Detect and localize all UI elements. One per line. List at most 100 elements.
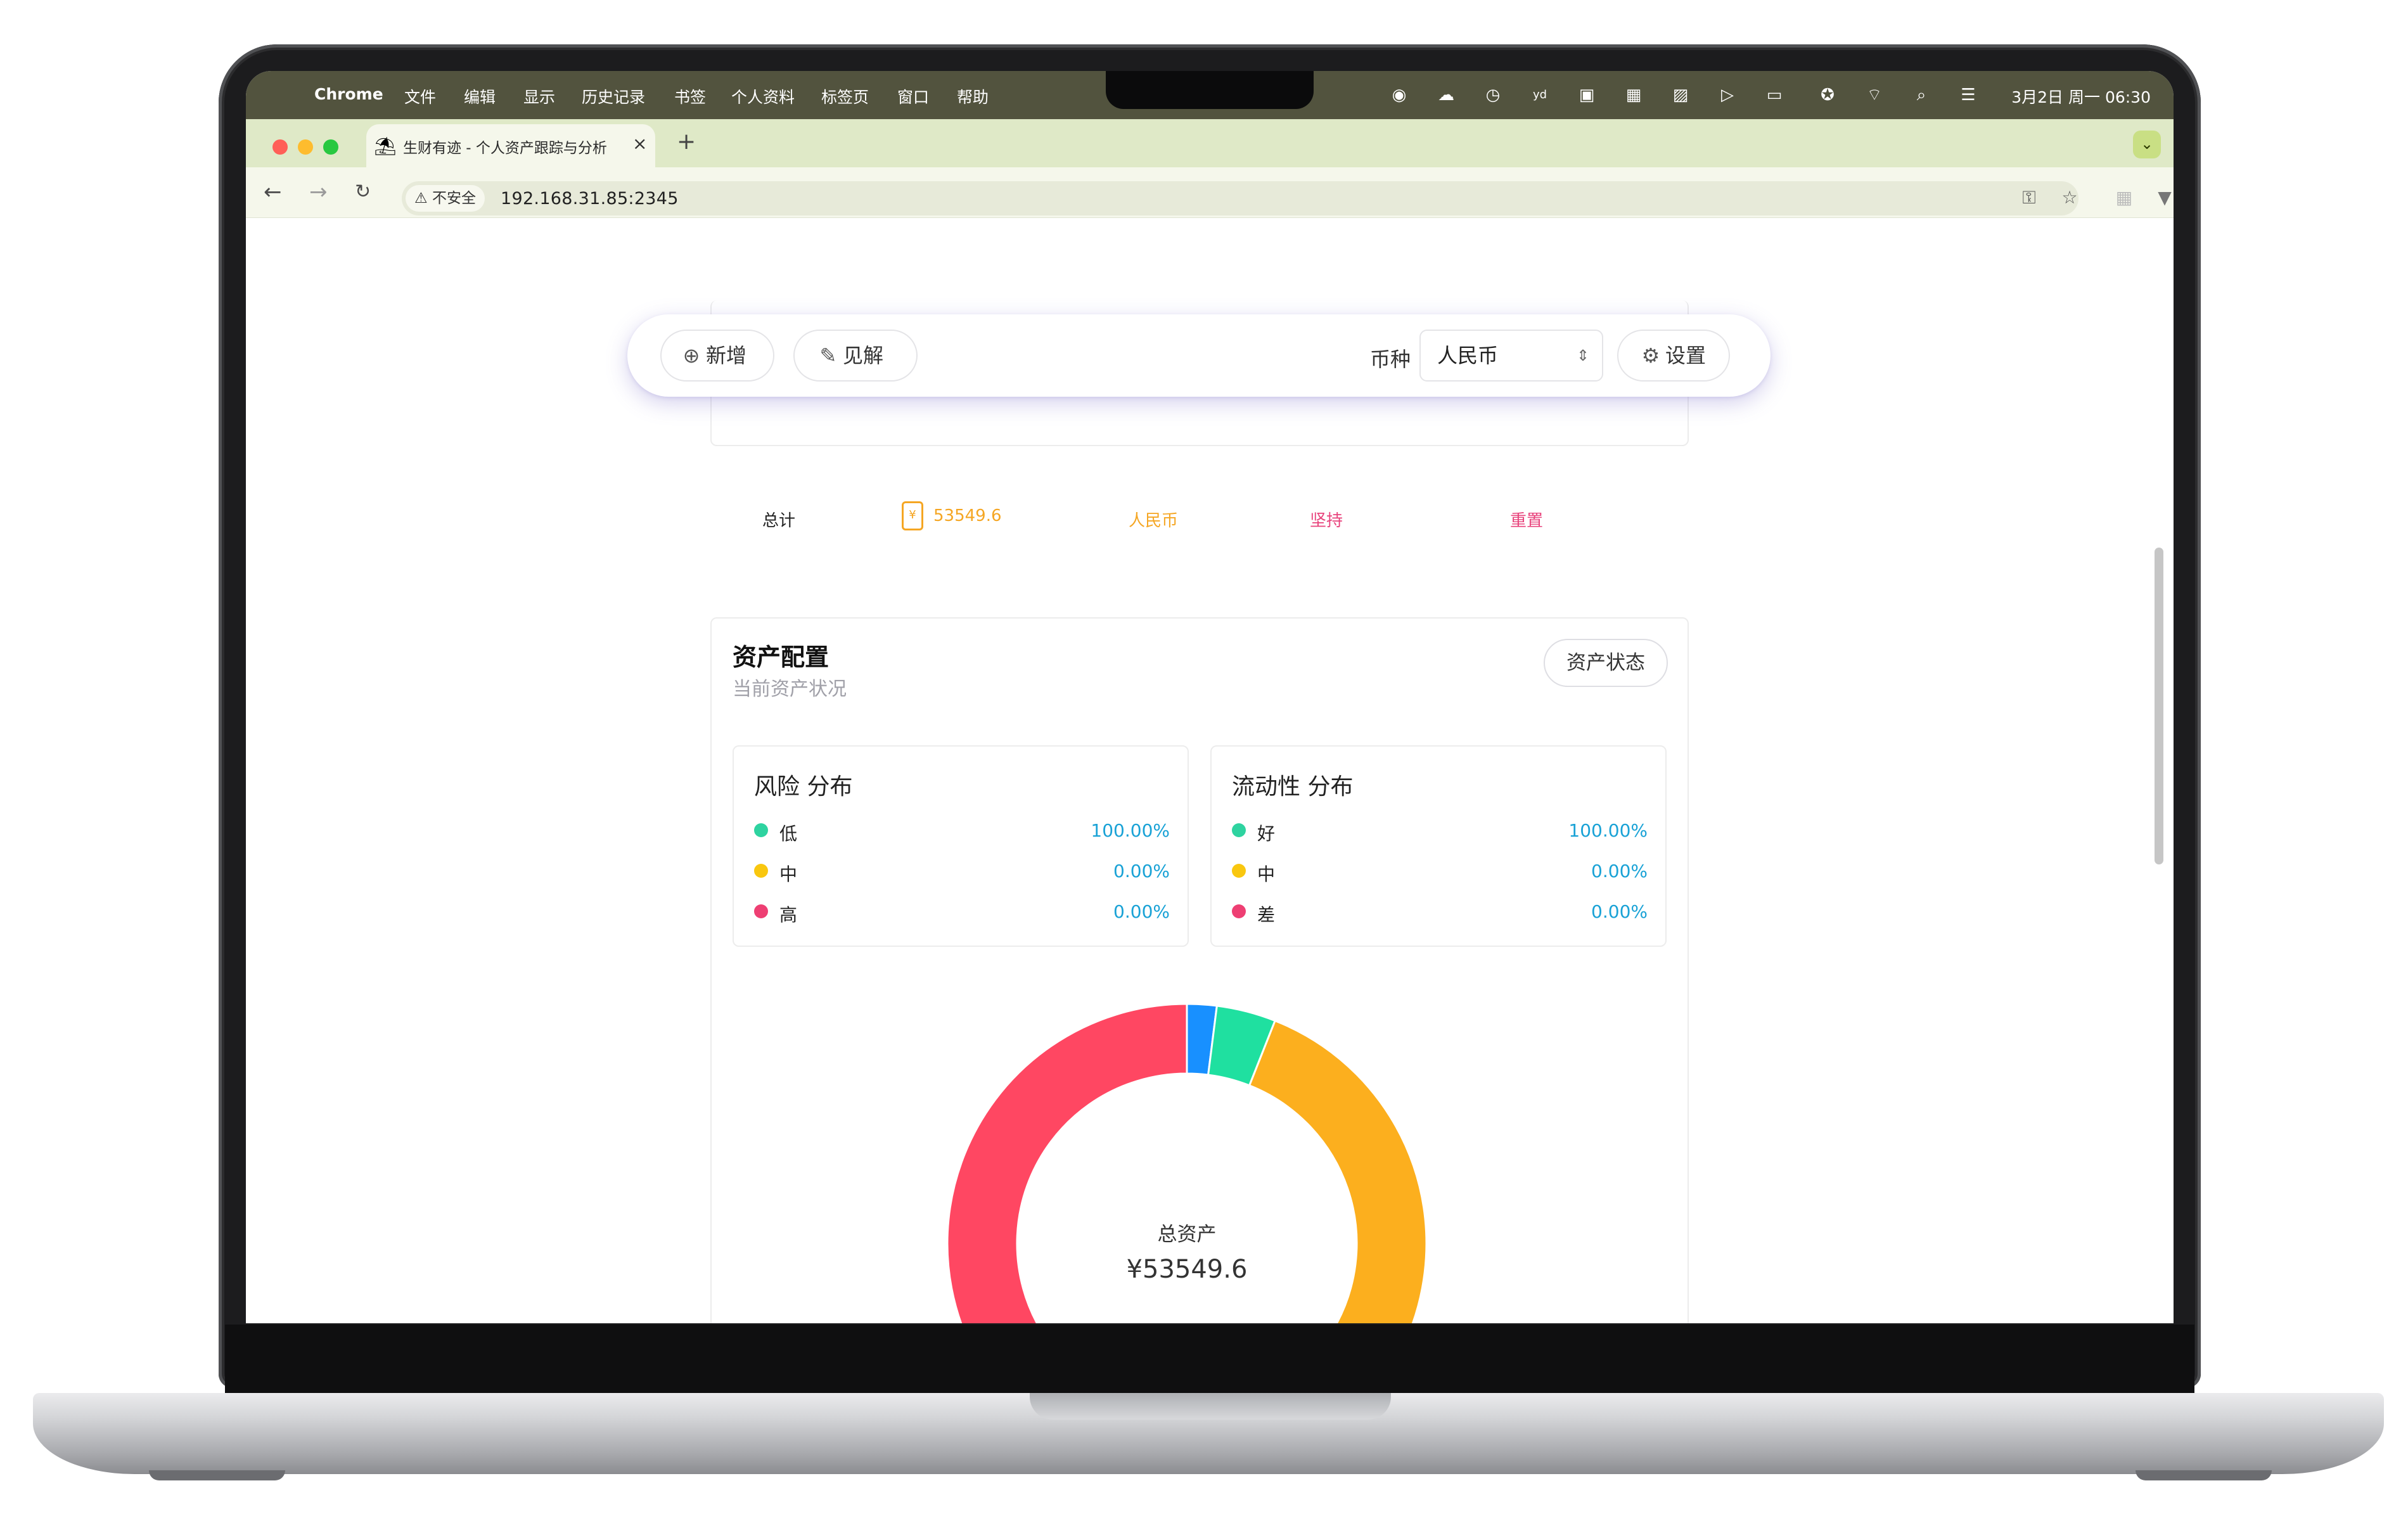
laptop-bezel bbox=[225, 1325, 2194, 1394]
floating-action-bar: ⊕ 新增 ✎ 见解 币种 人民币 ⇕ ⚙ 设置 bbox=[627, 314, 1771, 397]
total-label: 总计 bbox=[762, 511, 796, 530]
liquidity-distribution-card: 流动性 分布 好 100.00% 中 0.00% 差 0.00% bbox=[1210, 745, 1667, 947]
currency-value: 人民币 bbox=[1437, 343, 1499, 368]
risk-row-medium: 中 0.00% bbox=[754, 858, 1170, 885]
hold-button[interactable]: 坚持 bbox=[1310, 508, 1343, 531]
menu-window[interactable]: 窗口 bbox=[897, 85, 929, 108]
tab-title[interactable]: 生财有迹 - 个人资产跟踪与分析 bbox=[403, 136, 618, 157]
reset-button[interactable]: 重置 bbox=[1510, 508, 1543, 531]
liquidity-poor-value: 0.00% bbox=[1591, 901, 1648, 922]
gear-icon: ⚙ bbox=[1641, 343, 1660, 368]
laptop-foot-left bbox=[149, 1470, 285, 1480]
risk-medium-value: 0.00% bbox=[1113, 861, 1170, 882]
mac-menu-bar: Chrome 文件 编辑 显示 历史记录 书签 个人资料 标签页 窗口 帮助 ◉… bbox=[246, 71, 2174, 119]
risk-row-low: 低 100.00% bbox=[754, 818, 1170, 844]
low-dot-icon bbox=[754, 823, 768, 837]
currency-label: 币种 bbox=[1370, 347, 1411, 371]
wechat-icon[interactable]: ◉ bbox=[1388, 84, 1411, 106]
play-icon[interactable]: ▷ bbox=[1716, 84, 1739, 106]
app-tray-icon[interactable]: ▣ bbox=[1575, 84, 1598, 106]
warning-icon: ⚠ bbox=[414, 190, 432, 207]
compass-icon[interactable]: ✪ bbox=[1816, 84, 1839, 106]
camera-notch bbox=[1106, 71, 1314, 109]
extension-grid-icon[interactable]: ▦ bbox=[2111, 185, 2137, 210]
risk-low-label: 低 bbox=[779, 823, 798, 844]
page-content: 总计 ¥ 53549.6 人民币 坚持 重置 ⊕ 新增 ✎ 见解 币种 人民币 ⇕ ⚙… bbox=[246, 218, 2174, 1323]
back-arrow-icon[interactable]: ← bbox=[264, 176, 282, 208]
battery-icon[interactable]: ▭ bbox=[1763, 84, 1786, 106]
vue-devtools-icon[interactable]: ▼ bbox=[2152, 185, 2174, 210]
close-window-button[interactable] bbox=[272, 139, 288, 155]
laptop-opening-notch bbox=[1030, 1393, 1391, 1420]
allocation-title: 资产配置 bbox=[733, 643, 829, 671]
chevron-updown-icon: ⇕ bbox=[1576, 347, 1589, 364]
total-row: 总计 ¥ 53549.6 人民币 坚持 重置 bbox=[710, 500, 1689, 538]
liquidity-row-poor: 差 0.00% bbox=[1232, 899, 1648, 925]
cloud-sync-icon[interactable]: ☁ bbox=[1435, 84, 1457, 106]
liquidity-good-value: 100.00% bbox=[1568, 820, 1648, 841]
reload-icon[interactable]: ↻ bbox=[355, 176, 371, 208]
risk-row-high: 高 0.00% bbox=[754, 899, 1170, 925]
password-key-icon[interactable]: ⚿ bbox=[2016, 185, 2042, 210]
forward-arrow-icon[interactable]: → bbox=[309, 176, 328, 208]
page-scrollbar[interactable] bbox=[2155, 548, 2163, 864]
add-button[interactable]: ⊕ 新增 bbox=[660, 330, 774, 382]
menu-edit[interactable]: 编辑 bbox=[464, 85, 496, 108]
menu-app-name[interactable]: Chrome bbox=[314, 85, 383, 103]
new-tab-icon[interactable]: + bbox=[677, 131, 696, 153]
liquidity-medium-value: 0.00% bbox=[1591, 861, 1648, 882]
high-dot-icon bbox=[754, 904, 768, 918]
medium-dot-icon bbox=[754, 864, 768, 878]
add-asset-icon: ⊕ bbox=[682, 343, 700, 368]
minimize-window-button[interactable] bbox=[298, 139, 313, 155]
risk-high-label: 高 bbox=[779, 904, 798, 925]
menu-tab[interactable]: 标签页 bbox=[821, 85, 869, 108]
spotlight-search-icon[interactable]: ⌕ bbox=[1910, 84, 1933, 106]
liquidity-distribution-title: 流动性 分布 bbox=[1232, 774, 1354, 800]
screen: Chrome 文件 编辑 显示 历史记录 书签 个人资料 标签页 窗口 帮助 ◉… bbox=[246, 71, 2174, 1323]
settings-button-label: 设置 bbox=[1665, 343, 1707, 368]
laptop-foot-right bbox=[2136, 1470, 2272, 1480]
risk-distribution-card: 风险 分布 低 100.00% 中 0.00% 高 0.00% bbox=[733, 745, 1189, 947]
menu-file[interactable]: 文件 bbox=[404, 85, 436, 108]
donut-caption: 总资产 bbox=[1157, 1223, 1217, 1246]
risk-medium-label: 中 bbox=[779, 864, 798, 885]
asset-status-button[interactable]: 资产状态 bbox=[1544, 639, 1668, 687]
tab-search-chevron-icon[interactable]: ⌄ bbox=[2133, 131, 2161, 158]
tab-close-icon[interactable]: × bbox=[632, 133, 647, 154]
liquidity-good-label: 好 bbox=[1257, 823, 1276, 844]
settings-button[interactable]: ⚙ 设置 bbox=[1617, 330, 1730, 382]
asset-allocation-card: 资产配置 当前资产状况 资产状态 风险 分布 低 100.00% 中 0.00%… bbox=[710, 617, 1689, 1323]
wifi-icon[interactable]: ⌔ bbox=[1863, 84, 1886, 106]
zoom-window-button[interactable] bbox=[323, 139, 338, 155]
liquidity-medium-label: 中 bbox=[1257, 864, 1276, 885]
insight-button-label: 见解 bbox=[843, 343, 884, 368]
menu-clock[interactable]: 3月2日 周一 06:30 bbox=[2011, 85, 2151, 108]
security-label: 不安全 bbox=[432, 190, 476, 207]
menu-history[interactable]: 历史记录 bbox=[582, 85, 645, 108]
menu-view[interactable]: 显示 bbox=[523, 85, 555, 108]
add-button-label: 新增 bbox=[706, 343, 747, 368]
menu-help[interactable]: 帮助 bbox=[957, 85, 989, 108]
bookmark-star-icon[interactable]: ☆ bbox=[2057, 185, 2082, 210]
risk-high-value: 0.00% bbox=[1113, 901, 1170, 922]
allocation-subtitle: 当前资产状况 bbox=[733, 678, 847, 700]
control-center-icon[interactable]: ☰ bbox=[1957, 84, 1980, 106]
liquidity-row-medium: 中 0.00% bbox=[1232, 858, 1648, 885]
timer-icon[interactable]: ◷ bbox=[1482, 84, 1504, 106]
yen-icon: ¥ bbox=[902, 501, 923, 530]
menu-profiles[interactable]: 个人资料 bbox=[731, 85, 795, 108]
image-icon[interactable]: ▨ bbox=[1669, 84, 1692, 106]
total-amount: 53549.6 bbox=[933, 506, 1002, 525]
url-text[interactable]: 192.168.31.85:2345 bbox=[501, 189, 679, 209]
security-indicator[interactable]: ⚠ 不安全 bbox=[406, 185, 485, 212]
donut-total-value: ¥53549.6 bbox=[1126, 1255, 1248, 1284]
menu-bookmarks[interactable]: 书签 bbox=[674, 85, 706, 108]
calendar-grid-icon[interactable]: ▦ bbox=[1622, 84, 1645, 106]
risk-low-value: 100.00% bbox=[1091, 820, 1170, 841]
good-dot-icon bbox=[1232, 823, 1246, 837]
tab-favicon-icon: ⛱ bbox=[374, 136, 397, 157]
youdao-icon[interactable]: yd bbox=[1528, 84, 1551, 106]
currency-select[interactable]: 人民币 ⇕ bbox=[1419, 330, 1603, 382]
insight-button[interactable]: ✎ 见解 bbox=[793, 330, 918, 382]
